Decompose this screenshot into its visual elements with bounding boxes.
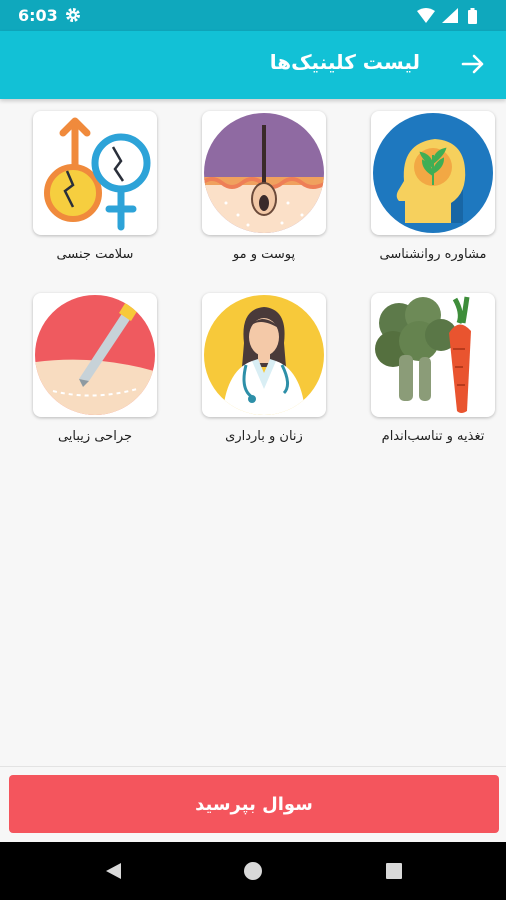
settings-gear-icon bbox=[65, 7, 81, 27]
app-bar: لیست کلینیک‌ها bbox=[0, 31, 506, 99]
scalpel-icon bbox=[35, 295, 155, 415]
home-circle-icon[interactable] bbox=[243, 861, 263, 885]
recents-square-icon[interactable] bbox=[384, 861, 404, 885]
clinic-card[interactable] bbox=[33, 111, 157, 235]
clinic-card[interactable] bbox=[202, 111, 326, 235]
clinic-card[interactable] bbox=[33, 293, 157, 417]
clinic-tile-women-pregnancy[interactable]: زنان و بارداری bbox=[202, 293, 326, 444]
status-time: 6:03 bbox=[18, 6, 58, 25]
ask-question-button[interactable]: سوال بپرسید bbox=[9, 775, 499, 833]
clinic-label: پوست و مو bbox=[232, 247, 296, 262]
battery-icon bbox=[468, 8, 477, 24]
clinic-tile-nutrition[interactable]: تغذیه و تناسب‌اندام bbox=[371, 293, 495, 444]
clinic-label: تغذیه و تناسب‌اندام bbox=[381, 429, 485, 444]
skin-hair-icon bbox=[204, 113, 324, 233]
clinic-tile-skin-hair[interactable]: پوست و مو bbox=[202, 111, 326, 262]
clinic-label: زنان و بارداری bbox=[225, 429, 303, 444]
clinic-tile-sexual-health[interactable]: سلامت جنسی bbox=[33, 111, 157, 262]
clinic-tile-cosmetic-surgery[interactable]: جراحی زیبایی bbox=[33, 293, 157, 444]
navigation-bar bbox=[0, 842, 506, 900]
female-doctor-icon bbox=[204, 295, 324, 415]
clinic-tile-psychology[interactable]: مشاوره روانشناسی bbox=[371, 111, 495, 262]
back-triangle-icon[interactable] bbox=[103, 861, 123, 885]
arrow-right-icon[interactable] bbox=[460, 51, 486, 81]
page-title: لیست کلینیک‌ها bbox=[269, 50, 420, 74]
clinic-card[interactable] bbox=[371, 293, 495, 417]
clinic-label: سلامت جنسی bbox=[56, 247, 134, 262]
head-plant-icon bbox=[373, 113, 493, 233]
clinic-label: جراحی زیبایی bbox=[57, 429, 133, 444]
clinic-card[interactable] bbox=[371, 111, 495, 235]
wifi-icon bbox=[417, 8, 435, 23]
status-bar: 6:03 bbox=[0, 0, 506, 31]
clinic-card[interactable] bbox=[202, 293, 326, 417]
signal-icon bbox=[442, 8, 458, 23]
clinic-label: مشاوره روانشناسی bbox=[379, 247, 487, 262]
gender-symbols-icon bbox=[44, 117, 151, 231]
status-icons bbox=[416, 7, 492, 29]
vegetables-icon bbox=[375, 296, 471, 413]
